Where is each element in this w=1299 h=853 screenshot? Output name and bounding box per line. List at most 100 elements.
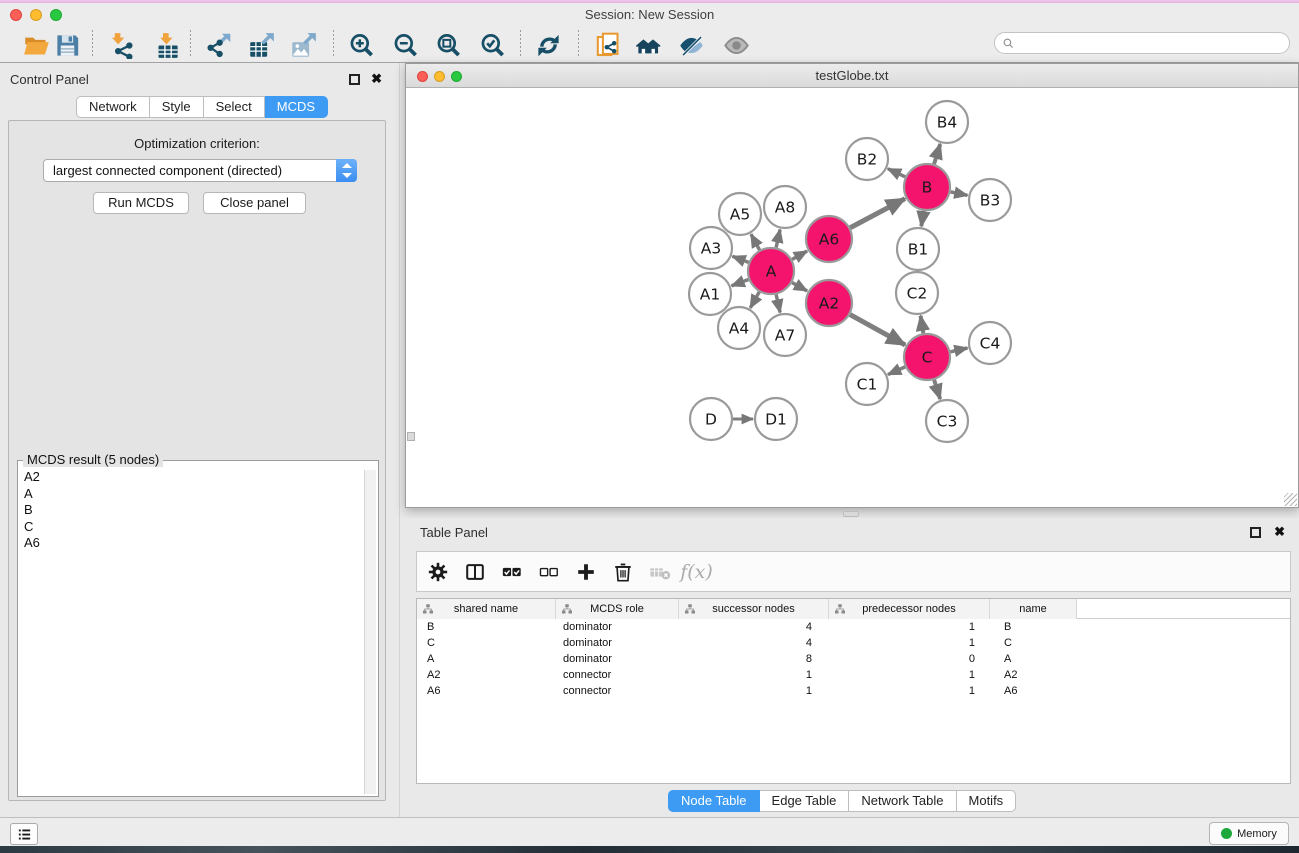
scrollbar[interactable]	[364, 470, 376, 794]
close-panel-icon[interactable]: ✖	[371, 73, 382, 85]
column-header-mcds-role[interactable]: MCDS role	[556, 599, 679, 619]
tab-node-table[interactable]: Node Table	[668, 790, 760, 812]
graph-node-A[interactable]: A	[748, 248, 794, 294]
graph-edge-A-A5[interactable]	[751, 234, 760, 250]
horizontal-splitter-handle[interactable]	[843, 511, 859, 517]
table-cell[interactable]: 8	[679, 651, 829, 667]
select-all-button[interactable]	[500, 560, 523, 583]
table-cell[interactable]: 1	[829, 619, 990, 635]
close-panel-button[interactable]: Close panel	[203, 192, 306, 214]
graph-edge-B-B3[interactable]	[951, 192, 968, 196]
zoom-fit-button[interactable]	[431, 30, 465, 60]
table-mode-button[interactable]	[426, 560, 449, 583]
table-row[interactable]: Adominator80A	[417, 651, 1290, 667]
graph-edge-A2-C[interactable]	[850, 315, 905, 345]
export-table-button[interactable]	[244, 30, 278, 60]
deselect-all-button[interactable]	[537, 560, 560, 583]
graph-edge-B-B2[interactable]	[888, 169, 905, 177]
float-panel-icon[interactable]	[349, 74, 360, 85]
graph-edge-A-A8[interactable]	[776, 229, 780, 247]
graph-node-A6[interactable]: A6	[806, 216, 852, 262]
graph-node-A4[interactable]: A4	[718, 307, 760, 349]
column-header-shared-name[interactable]: shared name	[417, 599, 556, 619]
graph-edge-A-A6[interactable]	[792, 251, 807, 259]
panel-divider[interactable]	[399, 63, 400, 817]
graph-edge-C-C1[interactable]	[888, 367, 905, 375]
import-network-button[interactable]	[104, 30, 138, 60]
graph-edge-A-A1[interactable]	[732, 279, 749, 285]
delete-columns-button[interactable]	[611, 560, 634, 583]
graph-edge-A6-B[interactable]	[850, 199, 905, 228]
graph-edge-A-A2[interactable]	[792, 283, 807, 291]
tab-edge-table[interactable]: Edge Table	[760, 790, 850, 812]
table-cell[interactable]: connector	[556, 667, 679, 683]
table-cell[interactable]: 1	[679, 683, 829, 699]
table-row[interactable]: A6connector11A6	[417, 683, 1290, 699]
table-cell[interactable]: 1	[829, 667, 990, 683]
graph-edge-C-C2[interactable]	[921, 316, 924, 334]
graph-node-B4[interactable]: B4	[926, 101, 968, 143]
graph-node-C4[interactable]: C4	[969, 322, 1011, 364]
hide-graphics-details-button[interactable]	[674, 30, 708, 60]
table-cell[interactable]: dominator	[556, 651, 679, 667]
graph-node-A8[interactable]: A8	[764, 186, 806, 228]
mcds-result-item[interactable]: C	[24, 519, 362, 536]
graph-node-D1[interactable]: D1	[755, 398, 797, 440]
zoom-out-button[interactable]	[388, 30, 422, 60]
table-cell[interactable]: C	[417, 635, 556, 651]
mcds-result-item[interactable]: A6	[24, 535, 362, 552]
table-cell[interactable]: A2	[990, 667, 1077, 683]
graph-node-A3[interactable]: A3	[690, 227, 732, 269]
graph-node-A2[interactable]: A2	[806, 280, 852, 326]
table-cell[interactable]: connector	[556, 683, 679, 699]
table-cell[interactable]: dominator	[556, 619, 679, 635]
graph-edge-A-A3[interactable]	[732, 256, 748, 262]
table-cell[interactable]: A6	[990, 683, 1077, 699]
graph-node-B[interactable]: B	[904, 164, 950, 210]
network-from-selection-button[interactable]	[591, 30, 625, 60]
run-mcds-button[interactable]: Run MCDS	[93, 192, 189, 214]
table-cell[interactable]: 0	[829, 651, 990, 667]
criterion-dropdown[interactable]: largest connected component (directed)	[43, 159, 357, 182]
tab-select[interactable]: Select	[204, 96, 265, 118]
graph-edge-B-B1[interactable]	[921, 211, 923, 226]
table-cell[interactable]: dominator	[556, 635, 679, 651]
table-cell[interactable]: 1	[829, 683, 990, 699]
close-table-panel-icon[interactable]: ✖	[1274, 526, 1285, 538]
canvas-edge-handle[interactable]	[407, 432, 415, 441]
table-cell[interactable]: A	[417, 651, 556, 667]
export-network-button[interactable]	[201, 30, 235, 60]
graph-edge-C-C3[interactable]	[934, 380, 940, 399]
graph-node-B2[interactable]: B2	[846, 138, 888, 180]
table-cell[interactable]: 4	[679, 619, 829, 635]
table-row[interactable]: Cdominator41C	[417, 635, 1290, 651]
column-header-successor-nodes[interactable]: successor nodes	[679, 599, 829, 619]
network-canvas[interactable]: B4B2BB3A8A5A6A3B1AC2A1A2A4A7C4CC1DD1C3	[406, 89, 1298, 507]
table-row[interactable]: A2connector11A2	[417, 667, 1290, 683]
column-header-name[interactable]: name	[990, 599, 1077, 619]
show-hide-panels-button[interactable]	[631, 30, 665, 60]
graph-node-B3[interactable]: B3	[969, 179, 1011, 221]
table-cell[interactable]: B	[417, 619, 556, 635]
search-field[interactable]	[994, 32, 1290, 54]
float-table-panel-icon[interactable]	[1250, 527, 1261, 538]
graph-node-A1[interactable]: A1	[689, 273, 731, 315]
zoom-in-button[interactable]	[344, 30, 378, 60]
graph-edge-C-C4[interactable]	[950, 348, 967, 352]
search-input[interactable]	[1019, 34, 1279, 52]
memory-button[interactable]: Memory	[1209, 822, 1289, 845]
graph-node-B1[interactable]: B1	[897, 228, 939, 270]
show-overview-button[interactable]	[719, 30, 753, 60]
apply-layout-button[interactable]	[531, 30, 565, 60]
export-image-button[interactable]	[286, 30, 320, 60]
mcds-result-item[interactable]: A	[24, 486, 362, 503]
create-column-button[interactable]	[574, 560, 597, 583]
mcds-result-item[interactable]: B	[24, 502, 362, 519]
graph-node-C[interactable]: C	[904, 334, 950, 380]
tab-style[interactable]: Style	[150, 96, 204, 118]
tab-network-table[interactable]: Network Table	[849, 790, 956, 812]
graph-edge-A-A7[interactable]	[776, 294, 780, 312]
graph-node-C2[interactable]: C2	[896, 272, 938, 314]
table-cell[interactable]: 1	[679, 667, 829, 683]
graph-node-A7[interactable]: A7	[764, 314, 806, 356]
